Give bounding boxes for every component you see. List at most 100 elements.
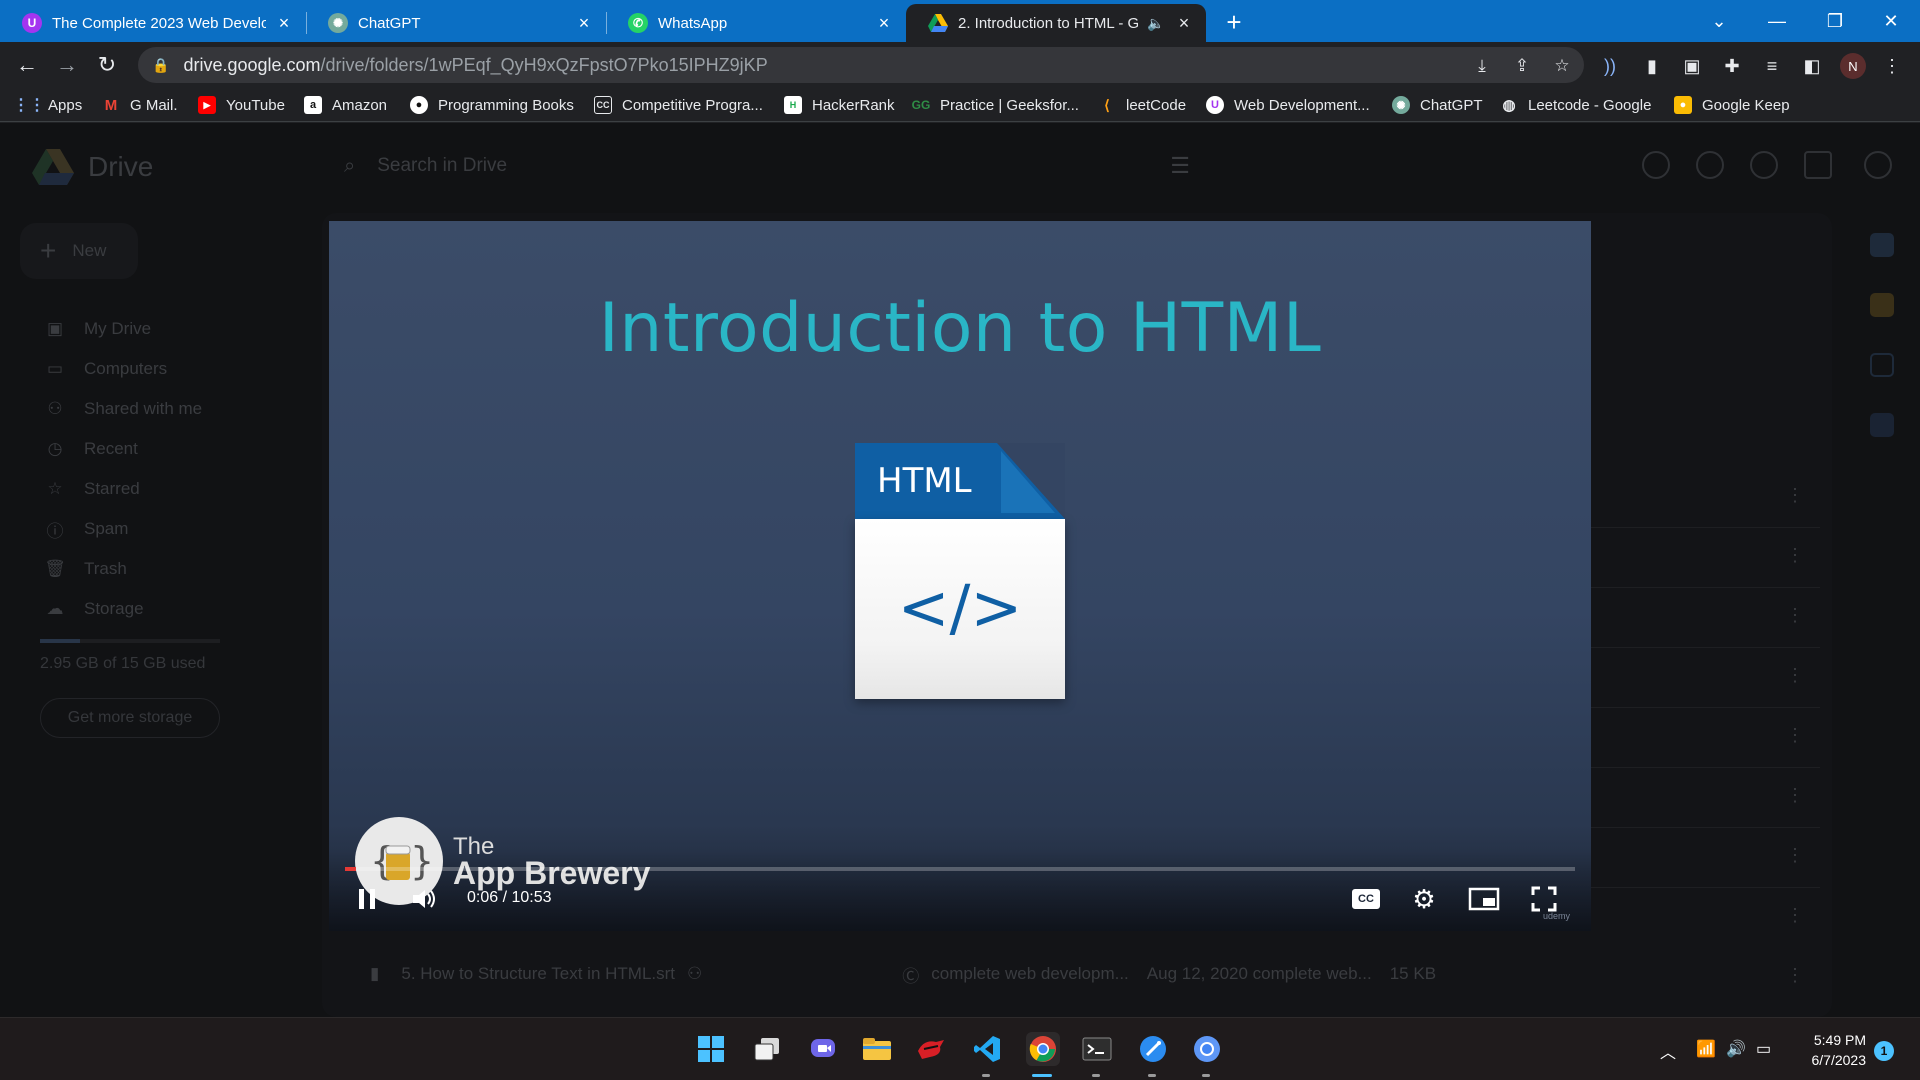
file-explorer-icon[interactable] xyxy=(860,1032,894,1066)
pause-button[interactable] xyxy=(353,885,381,913)
row-menu-icon[interactable]: ⋮ xyxy=(1786,905,1804,926)
tab-introduction-html-drive[interactable]: 2. Introduction to HTML - Go 🔈 × xyxy=(906,4,1206,42)
lock-icon[interactable]: 🔒 xyxy=(152,57,169,74)
bookmark-chatgpt[interactable]: ✺ ChatGPT xyxy=(1392,94,1483,116)
captions-button[interactable]: CC xyxy=(1349,885,1383,913)
side-panel-icon[interactable]: ◧ xyxy=(1800,54,1824,78)
tasks-icon[interactable] xyxy=(1870,353,1894,377)
forward-button[interactable]: → xyxy=(52,50,82,80)
restore-button[interactable]: ❐ xyxy=(1806,0,1864,42)
bookmark-programming-books[interactable]: ● Programming Books xyxy=(410,94,574,116)
notification-badge[interactable]: 1 xyxy=(1874,1041,1894,1061)
vscode-icon[interactable] xyxy=(970,1032,1004,1066)
extensions-puzzle-icon[interactable]: ✚ xyxy=(1720,54,1744,78)
volume-button[interactable] xyxy=(409,885,439,913)
chrome-icon[interactable] xyxy=(1026,1032,1060,1066)
nav-my-drive[interactable]: ▣ My Drive xyxy=(44,317,151,341)
bookmark-star-icon[interactable]: ☆ xyxy=(1550,54,1574,78)
minimize-button[interactable]: — xyxy=(1748,0,1806,42)
back-button[interactable]: ← xyxy=(12,50,42,80)
task-view-icon[interactable] xyxy=(750,1032,784,1066)
nav-computers[interactable]: ▭ Computers xyxy=(44,357,167,381)
close-tab-icon[interactable]: × xyxy=(1174,13,1194,33)
video-progress-bar[interactable] xyxy=(345,867,1575,871)
contacts-icon[interactable] xyxy=(1870,413,1894,437)
settings-gear-icon[interactable] xyxy=(1750,151,1778,179)
row-menu-icon[interactable]: ⋮ xyxy=(1786,485,1804,506)
offline-status-icon[interactable] xyxy=(1642,151,1670,179)
show-hidden-icons-icon[interactable]: ︿ xyxy=(1660,1039,1676,1063)
fullscreen-button[interactable] xyxy=(1529,885,1559,913)
bookmark-google-keep[interactable]: ● Google Keep xyxy=(1674,94,1790,116)
keep-icon[interactable] xyxy=(1870,293,1894,317)
url-text[interactable]: drive.google.com/drive/folders/1wPEqf_Qy… xyxy=(183,55,767,76)
nav-spam[interactable]: ⓘ Spam xyxy=(44,517,129,541)
extension-window-icon[interactable]: ▣ xyxy=(1680,54,1704,78)
row-menu-icon[interactable]: ⋮ xyxy=(1786,605,1804,626)
bookmark-amazon[interactable]: a Amazon xyxy=(304,94,387,116)
share-icon[interactable]: ⇪ xyxy=(1510,54,1534,78)
wifi-icon[interactable]: 📶 xyxy=(1696,1039,1716,1059)
reload-button[interactable]: ↻ xyxy=(92,50,122,80)
help-icon[interactable] xyxy=(1696,151,1724,179)
drive-search-input[interactable]: ⌕ Search in Drive ☰ xyxy=(330,141,1210,191)
teams-chat-icon[interactable] xyxy=(806,1032,840,1066)
bookmark-geeksforgeeks[interactable]: GG Practice | Geeksfor... xyxy=(912,94,1079,116)
bookmark-leetcode-google[interactable]: ◍ Leetcode - Google xyxy=(1500,94,1651,116)
red-app-icon[interactable] xyxy=(914,1032,948,1066)
settings-button[interactable]: ⚙ xyxy=(1409,884,1439,914)
chrome-alt-icon[interactable] xyxy=(1190,1032,1224,1066)
address-bar[interactable]: 🔒 drive.google.com/drive/folders/1wPEqf_… xyxy=(138,47,1584,83)
bookmark-hackerrank[interactable]: H HackerRank xyxy=(784,94,895,116)
row-menu-icon[interactable]: ⋮ xyxy=(1786,965,1804,986)
bookmark-leetcode[interactable]: ⟨ leetCode xyxy=(1098,94,1186,116)
close-window-button[interactable]: ✕ xyxy=(1862,0,1920,42)
account-avatar[interactable] xyxy=(1864,151,1892,179)
row-menu-icon[interactable]: ⋮ xyxy=(1786,785,1804,806)
new-button[interactable]: + New xyxy=(20,223,138,279)
bookmark-competitive-programming[interactable]: CC Competitive Progra... xyxy=(594,94,763,116)
extension-dropper-icon[interactable]: ▮ xyxy=(1640,54,1664,78)
speaker-icon[interactable]: 🔊 xyxy=(1726,1039,1746,1059)
get-more-storage-button[interactable]: Get more storage xyxy=(40,698,220,738)
drive-logo[interactable]: Drive xyxy=(32,149,153,185)
compass-app-icon[interactable] xyxy=(1136,1032,1170,1066)
tab-whatsapp[interactable]: ✆ WhatsApp × xyxy=(606,4,906,42)
bookmark-gmail[interactable]: M G Mail. xyxy=(102,94,178,116)
extension-blue-icon[interactable]: )) xyxy=(1598,54,1622,78)
terminal-icon[interactable] xyxy=(1080,1032,1114,1066)
bookmark-youtube[interactable]: ▶ YouTube xyxy=(198,94,285,116)
close-tab-icon[interactable]: × xyxy=(874,13,894,33)
windows-start-icon[interactable] xyxy=(694,1032,728,1066)
install-app-icon[interactable]: ⤓ xyxy=(1470,54,1494,78)
tab-audio-icon[interactable]: 🔈 xyxy=(1146,13,1166,33)
bookmark-apps[interactable]: ⋮⋮ Apps xyxy=(13,94,82,116)
google-apps-icon[interactable] xyxy=(1804,151,1832,179)
row-menu-icon[interactable]: ⋮ xyxy=(1786,545,1804,566)
search-options-icon[interactable]: ☰ xyxy=(1170,153,1190,179)
row-menu-icon[interactable]: ⋮ xyxy=(1786,845,1804,866)
video-player[interactable]: Introduction to HTML HTML </> { } The Ap… xyxy=(329,221,1591,931)
tab-chatgpt[interactable]: ✺ ChatGPT × xyxy=(306,4,606,42)
nav-recent[interactable]: ◷ Recent xyxy=(44,437,138,461)
calendar-icon[interactable] xyxy=(1870,233,1894,257)
row-menu-icon[interactable]: ⋮ xyxy=(1786,725,1804,746)
nav-trash[interactable]: 🗑 Trash xyxy=(44,557,127,581)
system-clock[interactable]: 5:49 PM 6/7/2023 xyxy=(1796,1030,1867,1070)
nav-storage[interactable]: ☁ Storage xyxy=(44,597,144,621)
bookmark-web-development[interactable]: U Web Development... xyxy=(1206,94,1370,116)
tab-udemy-course[interactable]: U The Complete 2023 Web Develop × xyxy=(0,4,306,42)
close-tab-icon[interactable]: × xyxy=(274,13,294,33)
media-control-icon[interactable]: ≡ xyxy=(1760,54,1784,78)
close-tab-icon[interactable]: × xyxy=(574,13,594,33)
new-tab-button[interactable]: + xyxy=(1220,7,1248,37)
nav-starred[interactable]: ☆ Starred xyxy=(44,477,139,501)
picture-in-picture-button[interactable] xyxy=(1467,885,1501,913)
battery-icon[interactable]: ▭ xyxy=(1756,1039,1771,1059)
file-row[interactable]: ▮ 5. How to Structure Text in HTML.srt ⚇… xyxy=(370,959,1436,989)
row-menu-icon[interactable]: ⋮ xyxy=(1786,665,1804,686)
menu-kebab-icon[interactable]: ⋮ xyxy=(1880,54,1904,78)
tab-search-icon[interactable]: ⌄ xyxy=(1690,0,1748,42)
nav-shared-with-me[interactable]: ⚇ Shared with me xyxy=(44,397,202,421)
profile-avatar[interactable]: N xyxy=(1840,53,1866,79)
